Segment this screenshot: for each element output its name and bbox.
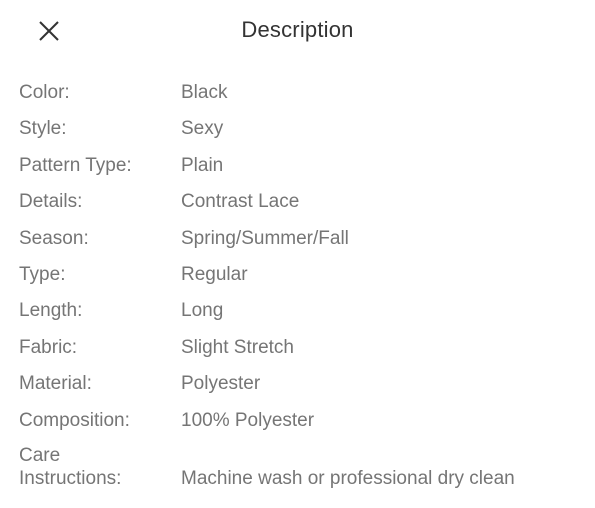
attribute-row-style: Style: Sexy — [0, 116, 595, 152]
attribute-row-composition: Composition: 100% Polyester — [0, 408, 595, 444]
attribute-row-pattern-type: Pattern Type: Plain — [0, 153, 595, 189]
attribute-label: Length: — [19, 300, 83, 322]
attribute-label: Care Instructions: — [19, 444, 174, 490]
attribute-label: Composition: — [19, 409, 130, 431]
attribute-label: Fabric: — [19, 336, 78, 358]
attribute-label-line-1: Care — [19, 444, 61, 466]
attribute-row-type: Type: Regular — [0, 262, 595, 298]
attribute-value: 100% Polyester — [181, 409, 315, 431]
attribute-label: Pattern Type: — [19, 154, 132, 176]
page-title: Description — [241, 17, 354, 42]
attribute-value: Regular — [181, 263, 248, 285]
attribute-row-details: Details: Contrast Lace — [0, 189, 595, 225]
attribute-row-care-instructions: Care Instructions: Machine wash or profe… — [0, 444, 595, 508]
attribute-value: Black — [181, 82, 228, 103]
attribute-value: Machine wash or professional dry clean — [181, 467, 515, 489]
attribute-label: Color: — [19, 82, 70, 103]
attribute-row-color: Color: Black — [0, 80, 595, 116]
attribute-label: Season: — [19, 227, 89, 249]
attribute-label: Type: — [19, 263, 66, 285]
attribute-row-fabric: Fabric: Slight Stretch — [0, 335, 595, 371]
attribute-list: Color: Black Style: Sexy Pattern Type: P… — [0, 80, 595, 508]
attribute-value: Sexy — [181, 118, 224, 140]
attribute-value: Long — [181, 300, 224, 322]
attribute-value: Spring/Summer/Fall — [181, 227, 349, 249]
attribute-value: Plain — [181, 154, 224, 176]
attribute-row-season: Season: Spring/Summer/Fall — [0, 226, 595, 262]
attribute-value: Contrast Lace — [181, 191, 300, 213]
attribute-label: Details: — [19, 191, 83, 213]
attribute-label: Material: — [19, 373, 92, 395]
header: Description — [0, 0, 595, 62]
attribute-label: Style: — [19, 118, 67, 140]
attribute-value: Slight Stretch — [181, 336, 294, 358]
attribute-label-line-2: Instructions: — [19, 467, 122, 489]
attribute-value: Polyester — [181, 373, 261, 395]
attribute-row-length: Length: Long — [0, 298, 595, 334]
attribute-row-material: Material: Polyester — [0, 371, 595, 407]
